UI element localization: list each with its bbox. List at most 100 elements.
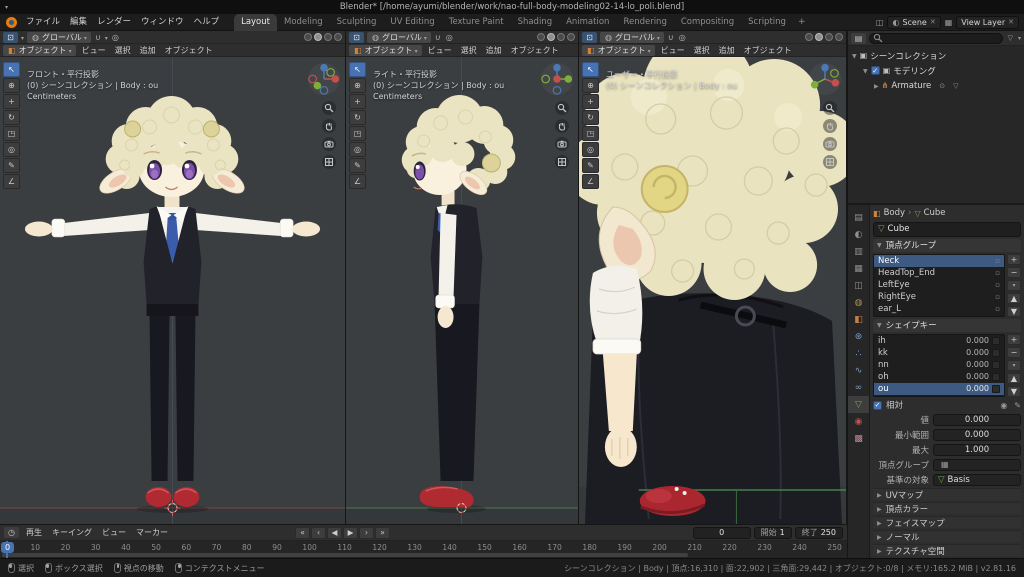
section-uv-maps[interactable]: UVマップ (873, 488, 1021, 500)
solid-shading-icon[interactable] (547, 33, 555, 41)
snap-magnet-icon[interactable]: ∪ (94, 33, 102, 42)
cursor-tool[interactable] (349, 78, 366, 93)
outliner-row-modeling[interactable]: ▣ モデリング (848, 63, 1024, 78)
transform-tool[interactable] (582, 142, 599, 157)
jump-to-end-button[interactable]: » (375, 527, 390, 539)
edit-mode-icon[interactable]: ✎ (1014, 401, 1021, 410)
section-vertex-colors[interactable]: 頂点カラー (873, 502, 1021, 514)
shape-key-specials-button[interactable] (1007, 360, 1021, 371)
menu-window[interactable]: ウィンドウ (136, 14, 189, 31)
select-box-tool[interactable] (3, 62, 20, 77)
tab-compositing[interactable]: Compositing (674, 14, 741, 31)
move-down-button[interactable]: ▼ (1007, 306, 1021, 317)
material-shading-icon[interactable] (557, 33, 565, 41)
annotate-tool[interactable] (349, 158, 366, 173)
timeline-editor-icon[interactable]: ◷ (4, 527, 19, 538)
chevron-down-icon[interactable] (21, 33, 24, 42)
tab-modeling[interactable]: Modeling (277, 14, 330, 31)
proportional-edit-icon[interactable]: ◎ (445, 33, 454, 42)
list-item[interactable]: ou0.000 (874, 383, 1004, 395)
add-shape-key-button[interactable]: + (1007, 334, 1021, 345)
prop-tab-view-layer[interactable]: ▦ (848, 260, 869, 277)
list-item[interactable]: RightEye▫ (874, 291, 1004, 303)
breadcrumb-object[interactable]: Body (884, 208, 905, 218)
menu-view[interactable]: ビュー (658, 45, 688, 56)
editor-type-button[interactable]: ⊡ (3, 32, 18, 43)
ortho-persp-icon[interactable] (555, 155, 569, 169)
chevron-down-icon[interactable] (105, 33, 108, 42)
vertex-group-specials-button[interactable] (1007, 280, 1021, 291)
camera-view-icon[interactable] (823, 137, 837, 151)
menu-add[interactable]: 追加 (137, 45, 159, 56)
prop-tab-physics[interactable]: ∿ (848, 362, 869, 379)
basis-dropdown[interactable]: ▽Basis (933, 474, 1021, 486)
timeline-scrollbar[interactable] (2, 553, 688, 557)
camera-view-icon[interactable] (322, 137, 336, 151)
list-item[interactable]: Neck▫ (874, 255, 1004, 267)
transform-orientation-dropdown[interactable]: ◍ グローバル (600, 32, 664, 43)
rotate-tool[interactable] (3, 110, 20, 125)
outliner-editor-icon[interactable]: ▤ (851, 33, 866, 44)
transform-orientation-dropdown[interactable]: ◍ グローバル (367, 32, 431, 43)
list-item[interactable]: LeftEye▫ (874, 279, 1004, 291)
vertex-groups-panel-header[interactable]: 頂点グループ (873, 239, 1021, 252)
list-item[interactable]: nn0.000 (874, 359, 1004, 371)
lock-icon[interactable]: ▫ (995, 293, 1000, 301)
solid-shading-icon[interactable] (314, 33, 322, 41)
menu-view[interactable]: ビュー (425, 45, 455, 56)
menu-select[interactable]: 選択 (458, 45, 480, 56)
menu-playback[interactable]: 再生 (23, 527, 45, 538)
menu-file[interactable]: ファイル (21, 14, 65, 31)
expand-icon[interactable] (863, 66, 868, 76)
relative-checkbox[interactable] (873, 401, 882, 410)
mute-checkbox[interactable] (992, 373, 1000, 381)
play-button[interactable]: ▶ (343, 527, 358, 539)
tab-texture-paint[interactable]: Texture Paint (442, 14, 511, 31)
material-shading-icon[interactable] (324, 33, 332, 41)
navigation-gizmo[interactable] (307, 62, 341, 96)
move-up-button[interactable]: ▲ (1007, 293, 1021, 304)
menu-edit[interactable]: 編集 (65, 14, 92, 31)
remove-shape-key-button[interactable]: − (1007, 347, 1021, 358)
transform-orientation-dropdown[interactable]: ◍ グローバル (27, 32, 91, 43)
section-face-maps[interactable]: フェイスマップ (873, 516, 1021, 528)
current-frame-field[interactable]: 0 (693, 527, 751, 539)
outliner-row-armature[interactable]: ⋔ Armature ⊙ ▽ (848, 78, 1024, 93)
vgroup-field[interactable]: ▦ (933, 459, 1021, 471)
menu-help[interactable]: ヘルプ (189, 14, 225, 31)
cursor-tool[interactable] (3, 78, 20, 93)
outliner-search-input[interactable] (869, 33, 1003, 44)
zoom-icon[interactable] (322, 101, 336, 115)
rotate-tool[interactable] (349, 110, 366, 125)
window-menu-icon[interactable] (5, 3, 8, 11)
pan-hand-icon[interactable] (555, 119, 569, 133)
navigation-gizmo[interactable] (808, 62, 842, 96)
material-shading-icon[interactable] (825, 33, 833, 41)
mute-checkbox[interactable] (992, 349, 1000, 357)
select-box-tool[interactable] (349, 62, 366, 77)
scale-tool[interactable] (582, 126, 599, 141)
menu-view[interactable]: ビュー (79, 45, 109, 56)
filter-icon[interactable]: ▽ (1006, 34, 1015, 42)
zoom-icon[interactable] (555, 101, 569, 115)
mode-dropdown[interactable]: ◧ オブジェクト (349, 45, 422, 56)
menu-keying[interactable]: キーイング (49, 527, 95, 538)
measure-tool[interactable] (3, 174, 20, 189)
mute-checkbox[interactable] (992, 361, 1000, 369)
menu-object[interactable]: オブジェクト (741, 45, 795, 56)
prop-tab-output[interactable]: ▥ (848, 243, 869, 260)
prop-tab-render[interactable]: ◐ (848, 226, 869, 243)
prev-keyframe-button[interactable]: ‹ (311, 527, 326, 539)
menu-object[interactable]: オブジェクト (508, 45, 562, 56)
section-normals[interactable]: ノーマル (873, 530, 1021, 542)
scale-tool[interactable] (349, 126, 366, 141)
cursor-tool[interactable] (582, 78, 599, 93)
lock-icon[interactable]: ▫ (995, 257, 1000, 265)
outliner-row-scene-collection[interactable]: ▣ シーンコレクション (848, 48, 1024, 63)
expand-icon[interactable] (852, 51, 857, 61)
menu-object[interactable]: オブジェクト (162, 45, 216, 56)
move-up-button[interactable]: ▲ (1007, 373, 1021, 384)
annotate-tool[interactable] (3, 158, 20, 173)
mute-checkbox[interactable] (992, 385, 1000, 393)
range-min-field[interactable]: 0.000 (933, 429, 1021, 441)
